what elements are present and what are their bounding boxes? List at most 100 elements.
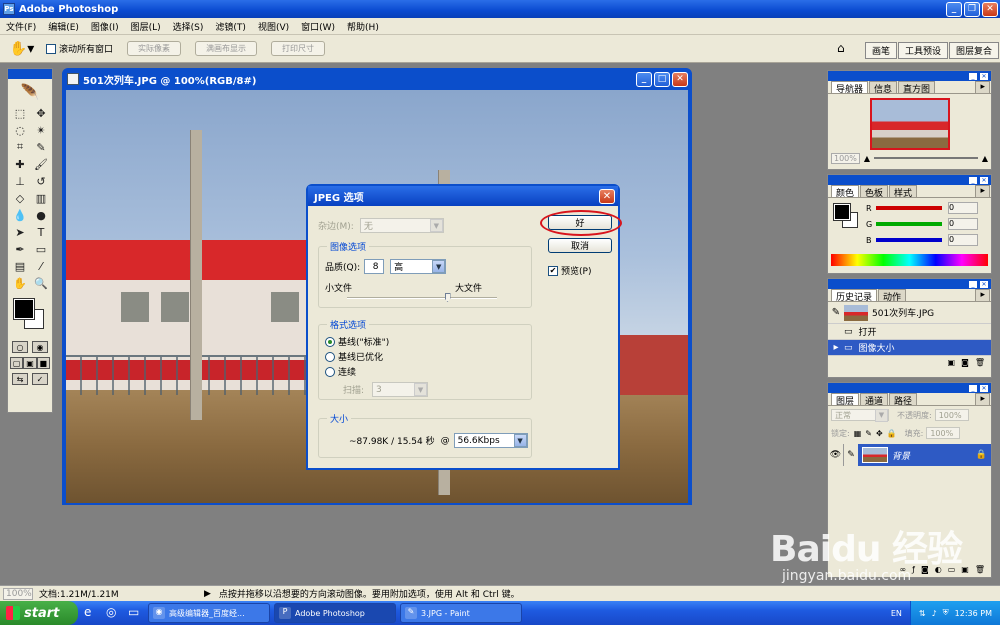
palette-menu-icon[interactable]: ▸ — [975, 81, 990, 93]
history-state-marker-icon[interactable]: ▸ — [828, 342, 844, 353]
standard-mode-icon[interactable]: ○ — [12, 341, 28, 353]
lasso-tool-icon[interactable]: ◌ — [10, 122, 30, 138]
channel-slider[interactable] — [876, 238, 942, 242]
tab-color[interactable]: 颜色 — [831, 185, 860, 199]
desktop-quicklaunch-icon[interactable]: ▭ — [128, 605, 144, 621]
status-arrow-icon[interactable]: ▶ — [204, 589, 211, 599]
trash-icon[interactable]: 🗑 — [975, 565, 985, 574]
trash-icon[interactable]: 🗑 — [975, 358, 985, 367]
history-snapshot-row[interactable]: ✎ 501次列车.JPG — [828, 302, 991, 324]
path-selection-tool-icon[interactable]: ➤ — [10, 224, 30, 240]
language-indicator[interactable]: EN — [891, 609, 902, 618]
status-zoom-field[interactable]: 100% — [3, 587, 33, 600]
actual-pixels-button[interactable]: 实际像素 — [127, 41, 182, 56]
history-brush-tool-icon[interactable]: ↺ — [31, 173, 51, 189]
menu-help[interactable]: 帮助(H) — [341, 20, 385, 33]
eraser-tool-icon[interactable]: ◇ — [10, 190, 30, 206]
blur-tool-icon[interactable]: 💧 — [10, 207, 30, 223]
move-tool-icon[interactable]: ✥ — [31, 105, 51, 121]
history-item-image-size[interactable]: ▸ ▭ 图像大小 — [828, 340, 991, 356]
download-speed-select[interactable]: 56.6Kbps ▼ — [453, 433, 528, 448]
well-tab-tool-presets[interactable]: 工具预设 — [897, 42, 948, 59]
opacity-field[interactable]: 100% — [934, 409, 969, 421]
tab-paths[interactable]: 路径 — [889, 393, 918, 407]
tab-history[interactable]: 历史记录 — [831, 289, 878, 303]
fill-field[interactable]: 100% — [926, 427, 961, 439]
taskbar-item-paint[interactable]: ✎ 3.JPG - Paint — [400, 603, 522, 623]
layer-link-slot-icon[interactable]: ✎ — [844, 444, 858, 466]
tab-channels[interactable]: 通道 — [860, 393, 889, 407]
tab-actions[interactable]: 动作 — [878, 289, 907, 303]
checkbox-box[interactable]: ✔ — [548, 265, 558, 276]
zoom-in-icon[interactable]: ▲ — [982, 154, 988, 163]
palette-titlebar[interactable]: _ ✕ — [828, 279, 991, 289]
tab-swatches[interactable]: 色板 — [860, 185, 889, 199]
print-size-button[interactable]: 打印尺寸 — [271, 41, 326, 56]
well-tab-layer-comps[interactable]: 图层复合 — [948, 42, 999, 59]
tab-info[interactable]: 信息 — [869, 81, 898, 95]
palette-titlebar[interactable]: _ ✕ — [828, 383, 991, 393]
pen-tool-icon[interactable]: ✒ — [10, 241, 30, 257]
doc-maximize-button[interactable]: □ — [654, 71, 670, 87]
palette-titlebar[interactable]: _ ✕ — [828, 71, 991, 81]
format-progressive-radio[interactable]: 连续 — [325, 365, 356, 378]
crop-tool-icon[interactable]: ⌗ — [10, 139, 30, 155]
palette-menu-icon[interactable]: ▸ — [975, 393, 990, 405]
tab-navigator[interactable]: 导航器 — [831, 81, 869, 95]
quality-level-select[interactable]: 高 ▼ — [390, 259, 447, 274]
quality-slider-thumb[interactable] — [444, 293, 451, 302]
menu-image[interactable]: 图像(I) — [85, 20, 125, 33]
taskbar-item-photoshop[interactable]: P Adobe Photoshop — [274, 603, 396, 623]
history-brush-icon[interactable]: ✎ — [828, 307, 844, 318]
feather-logo-icon[interactable]: 🪶 — [8, 79, 52, 105]
quality-input[interactable]: 8 — [364, 259, 385, 274]
matte-select[interactable]: 无 ▼ — [359, 218, 444, 233]
tab-layers[interactable]: 图层 — [831, 393, 860, 407]
radio-button[interactable] — [325, 351, 335, 362]
new-document-from-state-icon[interactable]: ▣ — [948, 358, 956, 367]
channel-slider[interactable] — [876, 222, 942, 226]
security-icon[interactable]: ⛨ — [943, 608, 949, 618]
hand-tool-preset-icon[interactable]: ✋▾ — [8, 39, 36, 59]
jump-to-browser-icon[interactable]: ✓ — [32, 373, 48, 385]
channel-slider[interactable] — [876, 206, 942, 210]
doc-close-button[interactable]: ✕ — [672, 71, 688, 87]
dialog-close-button[interactable]: ✕ — [599, 188, 615, 204]
dodge-tool-icon[interactable]: ● — [31, 207, 51, 223]
taskbar-item-editor[interactable]: ◉ 高级编辑器_百度经... — [148, 603, 270, 623]
navigator-thumbnail[interactable] — [869, 98, 950, 150]
jump-to-imageready-icon[interactable]: ⇆ — [12, 373, 28, 385]
channel-value-field[interactable]: 0 — [948, 202, 978, 214]
healing-brush-tool-icon[interactable]: ✚ — [10, 156, 30, 172]
fit-screen-button[interactable]: 满画布显示 — [195, 41, 258, 56]
palette-titlebar[interactable]: _ ✕ — [828, 175, 991, 185]
clone-stamp-tool-icon[interactable]: ⊥ — [10, 173, 30, 189]
lock-image-icon[interactable]: ✎ — [865, 429, 872, 438]
menu-window[interactable]: 窗口(W) — [295, 20, 341, 33]
eye-icon[interactable]: 👁 — [828, 444, 844, 466]
brush-tool-icon[interactable]: 🖌 — [31, 156, 51, 172]
channel-value-field[interactable]: 0 — [948, 218, 978, 230]
media-quicklaunch-icon[interactable]: ◎ — [106, 605, 122, 621]
history-item-open[interactable]: ▭ 打开 — [828, 324, 991, 340]
channel-value-field[interactable]: 0 — [948, 234, 978, 246]
quality-slider[interactable] — [347, 293, 497, 302]
layer-row-background[interactable]: 👁 ✎ 背景 🔒 — [828, 444, 991, 466]
checkbox-box[interactable] — [46, 43, 56, 54]
format-baseline-standard-radio[interactable]: 基线("标准") — [325, 335, 389, 348]
gradient-tool-icon[interactable]: ▥ — [31, 190, 51, 206]
blend-mode-select[interactable]: 正常 ▼ — [831, 408, 889, 422]
standard-screen-mode-icon[interactable]: ▢ — [10, 357, 24, 369]
menu-file[interactable]: 文件(F) — [0, 20, 42, 33]
start-button[interactable]: start — [0, 601, 78, 625]
lock-transparency-icon[interactable]: ▦ — [854, 429, 862, 438]
minimize-button[interactable]: _ — [946, 1, 962, 17]
full-screen-mode-icon[interactable]: ■ — [36, 357, 50, 369]
menu-edit[interactable]: 编辑(E) — [42, 20, 85, 33]
restore-button[interactable]: ❐ — [964, 1, 980, 17]
radio-button[interactable] — [325, 366, 335, 377]
hand-tool-icon[interactable]: ✋ — [10, 275, 30, 291]
new-layer-icon[interactable]: ▣ — [961, 565, 969, 574]
network-icon[interactable]: ⇅ — [919, 609, 926, 618]
zoom-tool-icon[interactable]: 🔍 — [31, 275, 51, 291]
